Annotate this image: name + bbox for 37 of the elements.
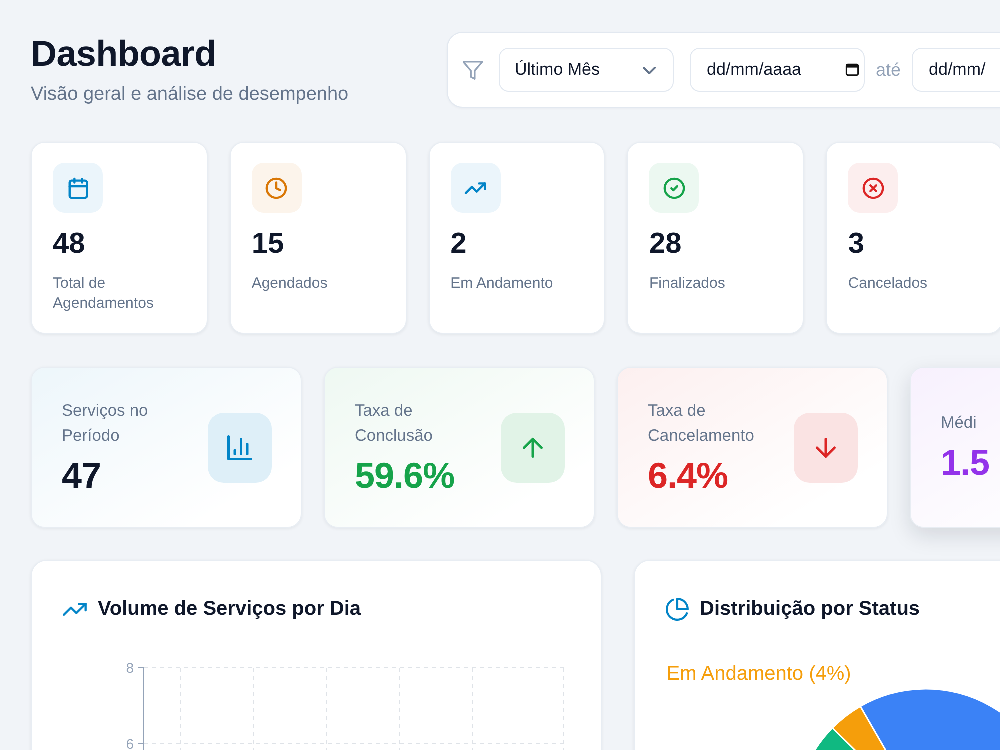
stat-label: Finalizados	[649, 274, 726, 294]
range-separator-label: até	[876, 60, 902, 80]
date-field[interactable]: dd/mm/aaaa	[690, 48, 865, 92]
stat-value: 28	[649, 227, 683, 261]
metric-value: 47	[62, 454, 102, 496]
filter-icon	[463, 60, 483, 80]
stat-value: 2	[450, 227, 468, 261]
chart-title: Distribuição por Status	[700, 597, 920, 622]
stat-value: 3	[848, 227, 866, 261]
stat-label: Cancelados	[848, 274, 929, 294]
clock-icon	[252, 163, 302, 213]
stat-label: Agendados	[252, 274, 329, 294]
page-title: Dashboard	[31, 32, 218, 76]
chart-title: Volume de Serviços por Dia	[98, 597, 362, 622]
metric-value: 1.5	[941, 442, 990, 484]
period-select[interactable]: Último Mês	[499, 48, 674, 92]
metric-value: 6.4%	[648, 454, 730, 496]
metric-label: Serviços no Período	[62, 400, 150, 446]
axis-tick-label: 8	[126, 660, 134, 676]
metric-value: 59.6%	[355, 454, 456, 496]
slice-label: Em Andamento (4%)	[666, 662, 852, 685]
stat-label: Em Andamento	[450, 274, 554, 294]
date-field[interactable]: dd/mm/	[912, 48, 1000, 92]
stat-label: Total de Agendamentos	[53, 274, 155, 314]
calendar-icon[interactable]	[845, 62, 860, 77]
metric-label: Taxa de Cancelamento	[648, 400, 756, 446]
calendar-icon	[53, 163, 103, 213]
trending-up-icon	[63, 602, 87, 616]
metric-label: Taxa de Conclusão	[355, 400, 434, 446]
page-subtitle: Visão geral e análise de desempenho	[31, 83, 349, 107]
stat-value: 48	[53, 227, 86, 261]
pie-chart-icon	[666, 598, 689, 620]
metric-label: Médi	[941, 413, 978, 434]
chevron-down-icon	[643, 66, 656, 74]
trending-up-icon	[450, 163, 501, 213]
axis-tick-label: 6	[126, 736, 134, 750]
stat-value: 15	[252, 227, 286, 261]
